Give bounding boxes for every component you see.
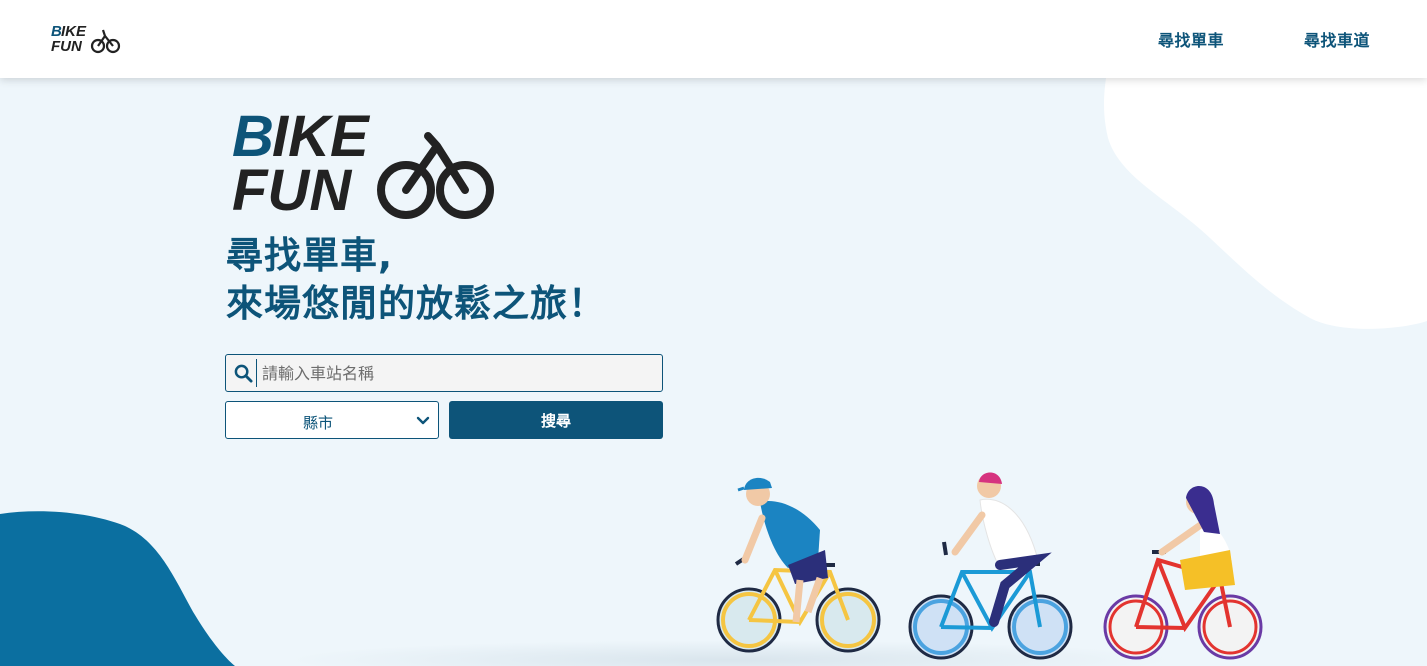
cyclist-3 bbox=[1103, 485, 1263, 660]
bikefun-logo-small[interactable]: B IKE FUN bbox=[51, 22, 121, 54]
station-search bbox=[225, 354, 663, 392]
city-select[interactable]: 縣市 bbox=[225, 401, 439, 439]
nav-find-bike[interactable]: 尋找單車 bbox=[1158, 27, 1224, 51]
cyclist-2 bbox=[908, 472, 1073, 660]
search-icon[interactable] bbox=[234, 364, 253, 383]
top-header: B IKE FUN 尋找單車 尋找車道 bbox=[0, 0, 1427, 78]
cyclist-1 bbox=[716, 477, 881, 653]
nav-find-bikeway[interactable]: 尋找車道 bbox=[1304, 27, 1370, 51]
city-select-value: 縣市 bbox=[302, 414, 333, 432]
svg-text:FUN: FUN bbox=[51, 38, 83, 54]
background-blob-right bbox=[1104, 78, 1427, 329]
background-blob-left bbox=[0, 511, 235, 666]
hero-title-line1: 尋找單車, bbox=[226, 234, 394, 277]
hero-title: 尋找單車, 來場悠閒的放鬆之旅！ bbox=[226, 232, 606, 328]
hero-title-line2: 來場悠閒的放鬆之旅！ bbox=[226, 282, 606, 325]
svg-text:FUN: FUN bbox=[232, 158, 352, 222]
search-divider bbox=[256, 359, 257, 387]
bikefun-logo-large: B IKE FUN bbox=[232, 106, 494, 222]
cyclists-illustration bbox=[716, 472, 1263, 660]
station-search-input[interactable] bbox=[262, 358, 657, 388]
chevron-down-icon bbox=[416, 416, 430, 425]
search-button[interactable]: 搜尋 bbox=[449, 401, 663, 439]
